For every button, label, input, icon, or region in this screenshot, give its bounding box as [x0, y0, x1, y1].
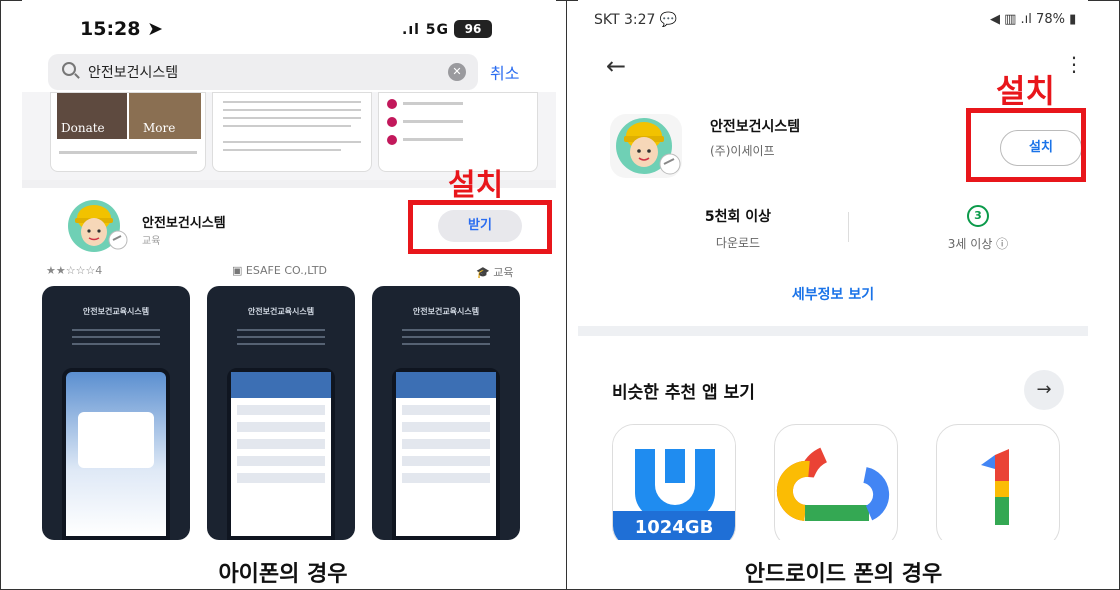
- ios-cancel-button[interactable]: 취소: [490, 60, 519, 84]
- back-arrow-icon[interactable]: ←: [606, 52, 626, 80]
- app-icon[interactable]: [62, 198, 132, 252]
- android-status-right: ◀ ▥ .ıl 78% ▮: [990, 12, 1077, 27]
- app-icon[interactable]: [608, 112, 684, 180]
- developer-name: ESAFE CO.,LTD: [245, 264, 328, 277]
- caption-android: 안드로이드 폰의 경우: [744, 562, 943, 587]
- app-screenshot-2[interactable]: 안전보건교육시스템: [207, 286, 355, 540]
- age-rating-stat[interactable]: 3 3세 이상 ⓘ: [918, 204, 1038, 252]
- app-screenshot-1[interactable]: 안전보건교육시스템: [42, 286, 190, 540]
- ios-app-name[interactable]: 안전보건시스템: [142, 212, 226, 231]
- screenshot-title: 안전보건교육시스템: [247, 307, 315, 316]
- screenshot-title: 안전보건교육시스템: [412, 307, 480, 316]
- cloud-icon: [776, 444, 890, 521]
- search-icon: [62, 62, 76, 76]
- prev-shot-article: [212, 92, 372, 172]
- similar-apps-title: 비슷한 추천 앱 보기: [612, 383, 755, 403]
- ios-clock: 15:28 ➤: [80, 18, 164, 40]
- app-screenshot-3[interactable]: 안전보건교육시스템: [372, 286, 520, 540]
- prev-photo-label-2: More: [143, 121, 176, 135]
- google-one-icon: [981, 449, 1009, 525]
- ios-status-bar: 15:28 ➤ .ıl 5G 96: [22, 0, 556, 52]
- stats-divider: [848, 212, 849, 242]
- details-link[interactable]: 세부정보 보기: [578, 284, 1088, 304]
- ios-search-query[interactable]: 안전보건시스템: [88, 62, 178, 82]
- prev-shot-photos: Donate More: [50, 92, 206, 172]
- clear-icon[interactable]: ✕: [448, 63, 466, 81]
- similar-app-tile-2[interactable]: [774, 424, 898, 540]
- ios-install-callout: 설치: [448, 168, 504, 203]
- downloads-value: 5천회 이상: [704, 209, 772, 225]
- android-developer[interactable]: (주)이세이프: [710, 142, 775, 159]
- prev-photo-label-1: Donate: [61, 121, 105, 135]
- install-button-highlight: [966, 108, 1086, 182]
- similar-app-tile-1[interactable]: 1024GB: [612, 424, 736, 540]
- section-gap: [578, 326, 1088, 336]
- android-status-left: SKT 3:27 💬: [594, 12, 678, 28]
- screenshot-title: 안전보건교육시스템: [82, 307, 150, 316]
- developer-label: ▣ ESAFE CO.,LTD: [232, 264, 328, 277]
- ios-signal: .ıl 5G: [402, 22, 450, 38]
- downloads-label: 다운로드: [715, 236, 761, 250]
- category-label: 🎓 교육: [476, 266, 514, 279]
- more-options-icon[interactable]: ⋮: [1064, 52, 1084, 76]
- downloads-stat: 5천회 이상 다운로드: [678, 206, 798, 251]
- ios-app-category: 교육: [142, 236, 161, 247]
- category-name: 교육: [493, 266, 514, 279]
- get-button-highlight: [408, 200, 552, 254]
- ios-search-field[interactable]: 안전보건시스템 ✕: [48, 54, 478, 90]
- arrow-right-icon[interactable]: →: [1024, 370, 1064, 410]
- android-screen: SKT 3:27 💬 ◀ ▥ .ıl 78% ▮ ← ⋮ 안전보건시스템 (주)…: [578, 0, 1088, 540]
- similar-app-tile-3[interactable]: [936, 424, 1060, 540]
- caption-iphone: 아이폰의 경우: [218, 562, 348, 587]
- android-app-name[interactable]: 안전보건시스템: [710, 116, 800, 136]
- android-install-callout: 설치: [996, 72, 1055, 110]
- panel-divider: [566, 0, 567, 590]
- age-rating-label: 3세 이상 ⓘ: [947, 237, 1009, 251]
- age-rating-badge: 3: [967, 205, 989, 227]
- rating-stars: ★★☆☆☆4: [46, 264, 103, 277]
- iphone-screen: 15:28 ➤ .ıl 5G 96 안전보건시스템 ✕ 취소 Donate Mo…: [22, 0, 556, 540]
- ios-battery-icon: 96: [454, 20, 492, 38]
- tile-1-label: 1024GB: [634, 517, 714, 538]
